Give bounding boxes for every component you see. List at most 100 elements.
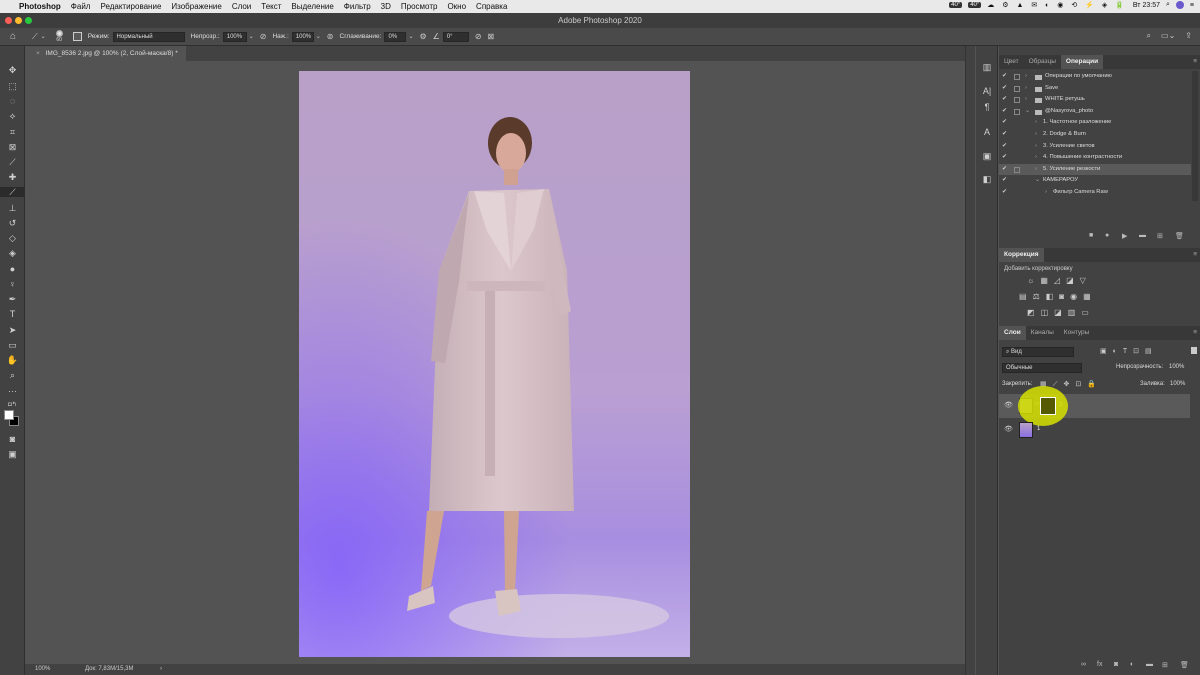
action-toggle-checkmark-icon[interactable]: ✔ — [1002, 106, 1007, 118]
type-tool-icon[interactable]: T — [0, 309, 25, 319]
action-toggle-checkmark-icon[interactable]: ✔ — [1002, 71, 1007, 83]
play-icon[interactable]: ▶ — [1122, 232, 1127, 240]
expand-chevron-right-icon[interactable]: › — [1035, 117, 1037, 129]
frame-tool-icon[interactable]: ⊠ — [0, 142, 25, 152]
actions-scrollbar[interactable] — [1192, 71, 1198, 201]
layer-opacity-input[interactable]: 100% — [1169, 364, 1184, 370]
action-toggle-checkmark-icon[interactable]: ✔ — [1002, 129, 1007, 141]
adjustment-icon[interactable]: ▦ — [1083, 292, 1091, 301]
smoothing-options-gear-icon[interactable]: ⚙ — [419, 32, 426, 41]
visibility-eye-icon[interactable]: 👁 — [1004, 401, 1013, 409]
app-menu[interactable]: Photoshop — [14, 2, 66, 11]
quick-mask-icon[interactable]: ◙ — [0, 434, 25, 444]
airbrush-icon[interactable]: ⊚ — [327, 32, 334, 41]
dialog-toggle-box-icon[interactable] — [1014, 74, 1020, 80]
zoom-level[interactable]: 100% — [35, 664, 50, 675]
properties-icon[interactable]: ◧ — [976, 174, 998, 184]
action-row[interactable]: ✔ › 5. Усиление резкости — [999, 163, 1191, 176]
chevron-down-icon[interactable]: ⌄ — [408, 33, 413, 41]
adjustment-icon[interactable]: ◉ — [1070, 292, 1077, 301]
marquee-tool-icon[interactable]: ⬚ — [0, 81, 25, 91]
pen-tool-icon[interactable]: ✒ — [0, 294, 25, 304]
status-menu-arrow[interactable]: › — [160, 664, 162, 675]
adjustment-icon[interactable]: ▭ — [1081, 308, 1089, 317]
action-row[interactable]: ✔ › Save — [999, 83, 1191, 95]
foreground-color-swatch[interactable] — [4, 410, 14, 420]
layer-style-icon[interactable]: fx — [1097, 661, 1102, 668]
menu-layer[interactable]: Слои — [227, 2, 256, 11]
screen-mode-icon[interactable]: ▣ — [0, 449, 25, 459]
brush-size-picker[interactable]: 60 — [55, 30, 63, 43]
clock[interactable]: Вт 23:57 — [1133, 2, 1160, 9]
notification-icon[interactable]: ≡ — [1190, 2, 1194, 9]
layer-row[interactable]: 👁 1 — [999, 419, 1190, 441]
paint-bucket-tool-icon[interactable]: ◈ — [0, 248, 25, 258]
panel-menu-icon[interactable]: ≡ — [1193, 248, 1197, 262]
opacity-input[interactable]: 100% — [222, 31, 247, 42]
paragraph-icon[interactable]: ¶ — [976, 102, 998, 112]
crop-tool-icon[interactable]: ⌗ — [0, 127, 25, 137]
adjustment-icon[interactable]: ▽ — [1080, 276, 1086, 285]
panel-menu-icon[interactable]: ≡ — [1193, 55, 1197, 69]
workspace-icon[interactable]: ▭⌄ — [1161, 32, 1175, 40]
tab-swatches[interactable]: Образцы — [1024, 55, 1061, 69]
libraries-icon[interactable]: ▣ — [976, 151, 998, 161]
tab-adjustments[interactable]: Коррекция — [999, 248, 1044, 262]
adjustment-icon[interactable]: ◪ — [1054, 308, 1062, 317]
adjustment-icon[interactable]: ▤ — [1019, 292, 1027, 301]
action-row[interactable]: ✔ ⌄ КАМЕРАРОУ — [999, 175, 1191, 187]
stop-recording-icon[interactable]: ■ — [1089, 232, 1093, 239]
menu-3d[interactable]: 3D — [376, 2, 396, 11]
hand-tool-icon[interactable]: ✋ — [0, 355, 25, 365]
chevron-down-icon[interactable]: ⌄ — [249, 33, 254, 41]
action-toggle-checkmark-icon[interactable]: ✔ — [1002, 152, 1007, 164]
share-icon[interactable]: ⇪ — [1185, 32, 1192, 40]
menu-filter[interactable]: Фильтр — [339, 2, 376, 11]
menu-help[interactable]: Справка — [471, 2, 512, 11]
angle-input[interactable]: 0° — [442, 31, 469, 42]
layer-filter-icons[interactable]: ▣◐T⊡▤ — [1100, 347, 1158, 355]
action-toggle-checkmark-icon[interactable]: ✔ — [1002, 94, 1007, 106]
default-colors-icon[interactable]: ◘↰ — [0, 400, 25, 410]
temp-badge[interactable]: 40° — [968, 2, 982, 8]
expand-chevron-right-icon[interactable]: › — [1025, 71, 1027, 83]
expand-chevron-down-icon[interactable]: ⌄ — [1025, 106, 1030, 118]
close-window-button[interactable] — [5, 17, 12, 24]
vertical-scrollbar[interactable] — [965, 46, 975, 675]
dialog-toggle-box-icon[interactable] — [1014, 97, 1020, 104]
blend-mode-select[interactable]: Обычные — [1002, 363, 1082, 373]
history-brush-tool-icon[interactable]: ↺ — [0, 218, 25, 228]
tab-layers[interactable]: Слои — [999, 326, 1026, 340]
action-toggle-checkmark-icon[interactable]: ✔ — [1002, 164, 1007, 176]
zoom-window-button[interactable] — [25, 17, 32, 24]
tab-actions[interactable]: Операции — [1060, 55, 1104, 69]
eraser-tool-icon[interactable]: ◇ — [0, 233, 25, 243]
adjustment-layer-icon[interactable]: ◐ — [1130, 661, 1134, 668]
panel-menu-icon[interactable]: ≡ — [1193, 326, 1197, 340]
action-row[interactable]: ✔ › 4. Повышение контрастности — [999, 152, 1191, 164]
smoothing-input[interactable]: 0% — [384, 31, 407, 42]
lasso-tool-icon[interactable]: ◌ — [0, 96, 25, 106]
new-action-icon[interactable]: ⊞ — [1157, 232, 1163, 240]
menu-edit[interactable]: Редактирование — [95, 2, 166, 11]
mode-select[interactable]: Нормальный — [112, 31, 185, 42]
path-selection-tool-icon[interactable]: ➤ — [0, 325, 25, 335]
tab-paths[interactable]: Контуры — [1059, 326, 1095, 340]
expand-chevron-right-icon[interactable]: › — [1045, 187, 1047, 199]
document-tab[interactable]: × IMG_8536 2.jpg @ 100% (2, Слой-маска/8… — [28, 46, 186, 61]
expand-chevron-right-icon[interactable]: › — [1035, 141, 1037, 153]
adjustment-icon[interactable]: ◫ — [1041, 308, 1049, 317]
chevron-down-icon[interactable]: ⌄ — [316, 33, 321, 41]
dialog-toggle-box-icon[interactable] — [1014, 166, 1020, 173]
delete-icon[interactable]: 🗑 — [1175, 232, 1184, 240]
eyedropper-tool-icon[interactable]: ⟋ — [0, 157, 25, 167]
home-icon[interactable]: ⌂ — [10, 31, 16, 41]
brush-tool-icon[interactable]: ⟋ — [0, 187, 25, 197]
action-toggle-checkmark-icon[interactable]: ✔ — [1002, 83, 1007, 95]
expand-chevron-right-icon[interactable]: › — [1025, 94, 1027, 106]
tab-channels[interactable]: Каналы — [1026, 326, 1059, 340]
adjustment-icon[interactable]: ▥ — [1068, 308, 1076, 317]
adjustment-icon[interactable]: ◪ — [1066, 276, 1074, 285]
blur-tool-icon[interactable]: ● — [0, 264, 25, 274]
fill-input[interactable]: 100% — [1170, 381, 1185, 387]
